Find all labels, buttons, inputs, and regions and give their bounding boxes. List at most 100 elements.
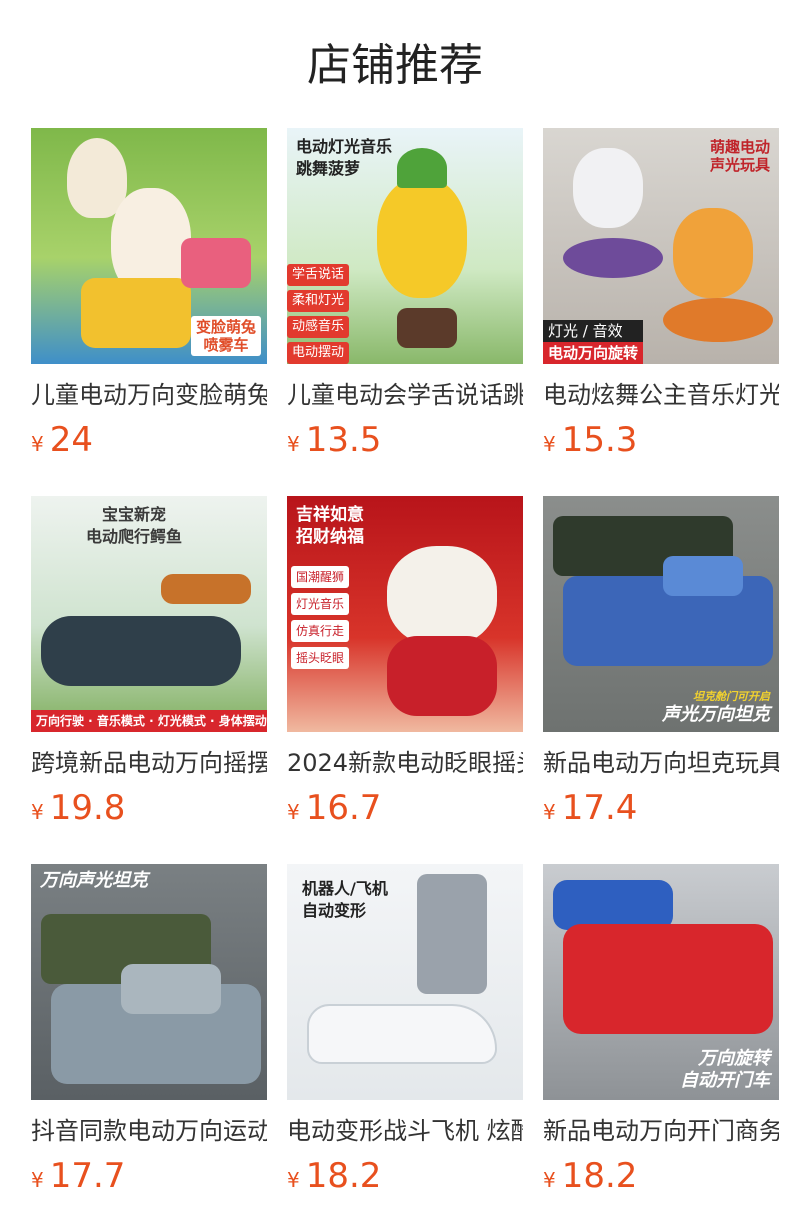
caption-line: 萌趣电动: [709, 138, 770, 156]
image-footer: 灯光 / 音效 电动万向旋转: [543, 320, 644, 364]
caption-line: 万向旋转: [698, 1048, 770, 1069]
feature-list: 国潮醒狮 灯光音乐 仿真行走 摇头眨眼: [291, 566, 350, 669]
product-card[interactable]: 坦克舱门可开启 声光万向坦克 新品电动万向坦克玩具车 ¥17.4: [543, 496, 779, 864]
product-image[interactable]: 吉祥如意 招财纳福 国潮醒狮 灯光音乐 仿真行走 摇头眨眼: [287, 496, 523, 732]
currency-symbol: ¥: [543, 1168, 556, 1192]
product-card[interactable]: 万向声光坦克 抖音同款电动万向运动坦克 ¥17.7: [31, 864, 267, 1232]
feature-tag: 动感音乐: [287, 316, 350, 338]
caption-line: 招财纳福: [296, 527, 364, 547]
lion-body: [387, 636, 497, 716]
product-price: ¥18.2: [287, 1156, 523, 1202]
feature-tag: 摇头眨眼: [291, 647, 350, 669]
caption-line: 声光万向坦克: [662, 704, 770, 725]
currency-symbol: ¥: [287, 1168, 300, 1192]
pineapple-toy-icon: [377, 178, 467, 298]
lion-dance-toy-icon: [387, 546, 497, 646]
product-name[interactable]: 新品电动万向坦克玩具车: [543, 746, 779, 780]
price-value: 17.4: [561, 788, 638, 828]
product-price: ¥19.8: [31, 788, 267, 834]
spinning-base: [563, 238, 663, 278]
price-value: 13.5: [305, 420, 382, 460]
product-card[interactable]: 万向旋转 自动开门车 新品电动万向开门商务车 ¥18.2: [543, 864, 779, 1232]
currency-symbol: ¥: [287, 432, 300, 456]
caption-line: 声光玩具: [709, 156, 770, 174]
product-price: ¥13.5: [287, 420, 523, 466]
image-caption: 机器人/飞机 自动变形: [297, 876, 393, 924]
image-caption: 宝宝新宠 电动爬行鳄鱼: [81, 502, 187, 550]
footer-line: 灯光 / 音效: [543, 320, 644, 342]
product-price: ¥17.4: [543, 788, 779, 834]
feature-tag: 国潮醒狮: [291, 566, 350, 588]
product-image[interactable]: 万向旋转 自动开门车: [543, 864, 779, 1100]
product-image[interactable]: 变脸萌兔 喷雾车: [31, 128, 267, 364]
tank-turret: [121, 964, 221, 1014]
product-name[interactable]: 儿童电动万向变脸萌兔喷雾车: [31, 378, 267, 412]
spinning-base: [663, 298, 773, 342]
caption-line: 跳舞菠萝: [296, 159, 361, 178]
image-caption: 萌趣电动 声光玩具: [705, 136, 775, 176]
caption-line: 电动灯光音乐: [296, 137, 393, 156]
caption-line: 自动开门车: [680, 1070, 770, 1091]
small-crocodile: [161, 574, 251, 604]
image-caption: 万向旋转 自动开门车: [675, 1046, 775, 1094]
product-image[interactable]: 坦克舱门可开启 声光万向坦克: [543, 496, 779, 732]
product-image[interactable]: 电动灯光音乐 跳舞菠萝 学舌说话 柔和灯光 动感音乐 电动摆动: [287, 128, 523, 364]
price-value: 19.8: [49, 788, 126, 828]
product-name[interactable]: 儿童电动会学舌说话跳舞菠萝: [287, 378, 523, 412]
product-price: ¥24: [31, 420, 267, 466]
caption-line: 自动变形: [302, 901, 367, 920]
image-caption: 坦克舱门可开启 声光万向坦克: [657, 686, 775, 726]
duck-figure: [673, 208, 753, 298]
price-value: 15.3: [561, 420, 638, 460]
product-card[interactable]: 机器人/飞机 自动变形 电动变形战斗飞机 炫酷 ¥18.2: [287, 864, 523, 1232]
product-card[interactable]: 萌趣电动 声光玩具 灯光 / 音效 电动万向旋转 电动炫舞公主音乐灯光玩具 ¥1…: [543, 128, 779, 496]
feature-list: 学舌说话 柔和灯光 动感音乐 电动摆动: [287, 264, 350, 364]
price-value: 18.2: [305, 1156, 382, 1196]
image-caption: 电动灯光音乐 跳舞菠萝: [291, 134, 397, 182]
product-image[interactable]: 万向声光坦克: [31, 864, 267, 1100]
caption-line: 万向声光坦克: [40, 870, 148, 891]
caption-line: 机器人/飞机: [302, 879, 388, 898]
feature-tag: 电动摆动: [287, 342, 350, 364]
product-card[interactable]: 吉祥如意 招财纳福 国潮醒狮 灯光音乐 仿真行走 摇头眨眼 2024新款电动眨眼…: [287, 496, 523, 864]
product-image[interactable]: 萌趣电动 声光玩具 灯光 / 音效 电动万向旋转: [543, 128, 779, 364]
image-caption: 吉祥如意 招财纳福: [291, 502, 369, 550]
currency-symbol: ¥: [31, 1168, 44, 1192]
footer-line: 电动万向旋转: [543, 342, 644, 364]
product-name[interactable]: 电动变形战斗飞机 炫酷: [287, 1114, 523, 1148]
caption-line: 吉祥如意: [296, 505, 364, 525]
product-card[interactable]: 电动灯光音乐 跳舞菠萝 学舌说话 柔和灯光 动感音乐 电动摆动 儿童电动会学舌说…: [287, 128, 523, 496]
image-caption: 变脸萌兔 喷雾车: [190, 316, 261, 356]
currency-symbol: ¥: [31, 800, 44, 824]
tank-turret: [663, 556, 743, 596]
pineapple-leaves: [397, 148, 447, 188]
currency-symbol: ¥: [31, 432, 44, 456]
product-name[interactable]: 电动炫舞公主音乐灯光玩具: [543, 378, 779, 412]
product-image[interactable]: 机器人/飞机 自动变形: [287, 864, 523, 1100]
price-value: 16.7: [305, 788, 382, 828]
product-name[interactable]: 跨境新品电动万向摇摆鳄鱼: [31, 746, 267, 780]
caption-line: 变脸萌兔: [195, 318, 256, 336]
product-price: ¥17.7: [31, 1156, 267, 1202]
caption-line: 电动爬行鳄鱼: [86, 527, 183, 546]
blue-van: [553, 880, 673, 930]
product-grid: 变脸萌兔 喷雾车 儿童电动万向变脸萌兔喷雾车 ¥24 电动灯光音乐 跳舞菠萝 学…: [31, 128, 779, 1232]
product-name[interactable]: 抖音同款电动万向运动坦克: [31, 1114, 267, 1148]
dancing-astronaut-toy-icon: [573, 148, 643, 228]
product-name[interactable]: 2024新款电动眨眼摇头醒狮: [287, 746, 523, 780]
product-image[interactable]: 宝宝新宠 电动爬行鳄鱼 万向行驶 · 音乐模式 · 灯光模式 · 身体摆动: [31, 496, 267, 732]
image-footer: 万向行驶 · 音乐模式 · 灯光模式 · 身体摆动: [31, 710, 267, 732]
product-card[interactable]: 变脸萌兔 喷雾车 儿童电动万向变脸萌兔喷雾车 ¥24: [31, 128, 267, 496]
currency-symbol: ¥: [543, 800, 556, 824]
currency-symbol: ¥: [543, 432, 556, 456]
price-value: 17.7: [49, 1156, 126, 1196]
feature-tag: 学舌说话: [287, 264, 350, 286]
product-name[interactable]: 新品电动万向开门商务车: [543, 1114, 779, 1148]
yellow-car: [81, 278, 191, 348]
feature-tag: 仿真行走: [291, 620, 350, 642]
pineapple-feet: [397, 308, 457, 348]
price-value: 18.2: [561, 1156, 638, 1196]
price-value: 24: [49, 420, 93, 460]
product-card[interactable]: 宝宝新宠 电动爬行鳄鱼 万向行驶 · 音乐模式 · 灯光模式 · 身体摆动 跨境…: [31, 496, 267, 864]
robot-figure: [417, 874, 487, 994]
